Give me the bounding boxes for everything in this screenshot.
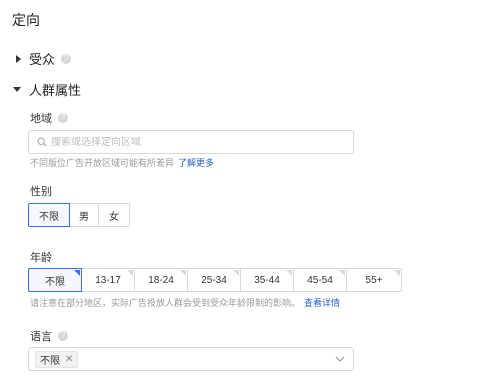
age-option-label: 13-17 bbox=[95, 274, 121, 286]
age-option-18-24[interactable]: 18-24 bbox=[134, 268, 188, 292]
corner-marker bbox=[180, 270, 186, 276]
gender-option-female-label: 女 bbox=[109, 211, 119, 223]
age-option-55-plus[interactable]: 55+ bbox=[346, 268, 402, 292]
language-label: 语言 bbox=[30, 331, 52, 343]
search-icon bbox=[37, 137, 47, 147]
age-option-35-44[interactable]: 35-44 bbox=[240, 268, 294, 292]
chevron-down-icon[interactable] bbox=[335, 356, 345, 363]
corner-marker bbox=[286, 270, 292, 276]
caret-right-icon[interactable] bbox=[16, 54, 21, 63]
region-label-row: 地域 ? bbox=[30, 110, 68, 126]
age-option-any[interactable]: 不限 bbox=[28, 268, 82, 292]
language-tag: 不限 ✕ bbox=[35, 350, 79, 368]
region-hint-text: 不同版位广告开放区域可能有所差异 bbox=[30, 158, 175, 168]
age-option-label: 45-54 bbox=[307, 274, 333, 286]
help-icon[interactable]: ? bbox=[61, 53, 72, 64]
section-audience-toggle[interactable]: 受众 ? bbox=[16, 49, 72, 68]
age-option-label: 18-24 bbox=[148, 274, 174, 286]
age-selector: 不限 13-17 18-24 25-34 35-44 45-54 55+ bbox=[28, 268, 402, 292]
section-audience-label[interactable]: 受众 bbox=[29, 49, 55, 68]
corner-marker bbox=[394, 270, 400, 276]
gender-label: 性别 bbox=[30, 186, 52, 198]
age-option-13-17[interactable]: 13-17 bbox=[81, 268, 135, 292]
language-tag-label: 不限 bbox=[40, 355, 60, 367]
help-icon[interactable]: ? bbox=[58, 113, 68, 123]
age-option-25-34[interactable]: 25-34 bbox=[187, 268, 241, 292]
age-option-label: 不限 bbox=[45, 276, 65, 288]
corner-marker bbox=[127, 270, 133, 276]
gender-option-male-label: 男 bbox=[79, 211, 89, 223]
age-option-45-54[interactable]: 45-54 bbox=[293, 268, 347, 292]
section-attributes-label[interactable]: 人群属性 bbox=[29, 80, 81, 99]
region-search-box[interactable] bbox=[28, 130, 354, 154]
gender-option-any[interactable]: 不限 bbox=[28, 203, 70, 227]
age-option-label: 55+ bbox=[365, 274, 383, 286]
language-select[interactable]: 不限 ✕ bbox=[28, 347, 354, 371]
corner-marker bbox=[233, 270, 239, 276]
region-label: 地域 bbox=[30, 113, 52, 125]
region-learn-more-link[interactable]: 了解更多 bbox=[178, 158, 214, 168]
language-label-row: 语言 ? bbox=[30, 328, 68, 344]
gender-option-male[interactable]: 男 bbox=[69, 203, 99, 227]
age-option-label: 25-34 bbox=[201, 274, 227, 286]
section-attributes-toggle[interactable]: 人群属性 bbox=[13, 80, 81, 99]
age-hint: 请注意在部分地区，实际广告投放人群会受到受众年龄限制的影响。 查看详情 bbox=[30, 296, 340, 309]
gender-selector: 不限 男 女 bbox=[28, 203, 130, 227]
close-icon[interactable]: ✕ bbox=[65, 354, 73, 365]
region-hint: 不同版位广告开放区域可能有所差异 了解更多 bbox=[30, 156, 214, 169]
age-option-label: 35-44 bbox=[254, 274, 280, 286]
gender-option-female[interactable]: 女 bbox=[98, 203, 130, 227]
page-title: 定向 bbox=[12, 12, 40, 28]
help-icon[interactable]: ? bbox=[58, 331, 68, 341]
corner-marker bbox=[74, 270, 80, 276]
gender-option-any-label: 不限 bbox=[39, 211, 59, 223]
caret-down-icon[interactable] bbox=[13, 87, 21, 92]
age-details-link[interactable]: 查看详情 bbox=[304, 298, 340, 308]
age-hint-text: 请注意在部分地区，实际广告投放人群会受到受众年龄限制的影响。 bbox=[30, 298, 301, 308]
region-search-input[interactable] bbox=[51, 136, 341, 148]
corner-marker bbox=[339, 270, 345, 276]
age-label: 年龄 bbox=[30, 252, 52, 264]
